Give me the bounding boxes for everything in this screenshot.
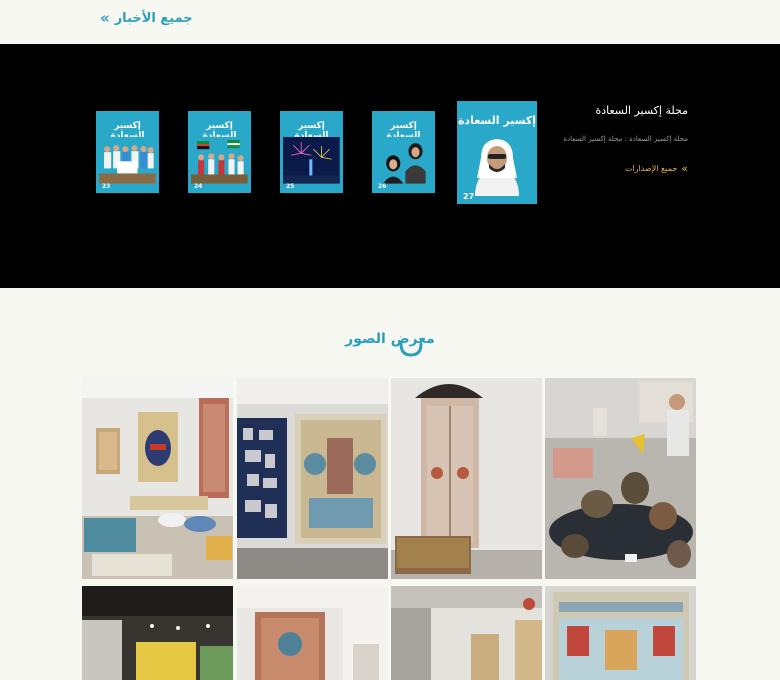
gallery-title: معرض الصور [345, 331, 435, 347]
magazine-cover-issue-23[interactable]: إكسير السعادة 23 [96, 111, 159, 193]
door-tapestry-photo [391, 378, 542, 579]
cover-portraits-image [375, 137, 432, 184]
double-chevron-icon: » [681, 162, 688, 175]
tapestries-photo [237, 378, 388, 579]
cover-issue-number: 25 [286, 183, 295, 190]
gallery-image-2[interactable] [237, 378, 388, 579]
woven-textile-photo [545, 586, 696, 680]
magazine-info: مجلة إكسير السعادة مجلة إكسير السعادة : … [560, 104, 688, 175]
patterned-tapestry-photo [237, 586, 388, 680]
magazine-title: مجلة إكسير السعادة [595, 104, 688, 117]
gallery-image-3[interactable] [391, 378, 542, 579]
cover-issue-number: 27 [463, 192, 475, 201]
all-news-link[interactable]: جميع الأخبار » [100, 8, 193, 28]
gallery-image-1[interactable] [82, 378, 233, 579]
all-issues-label: جميع الإصدارات [624, 164, 678, 173]
cover-issue-number: 24 [194, 183, 203, 190]
magazine-cover-issue-24[interactable]: إكسير السعادة 24 [188, 111, 251, 193]
title-swoosh-icon [399, 342, 423, 357]
all-issues-link[interactable]: » جميع الإصدارات [560, 162, 688, 175]
gallery-image-8[interactable] [545, 586, 696, 680]
magazine-cover-issue-25[interactable]: إكسير السعادة 25 [280, 111, 343, 193]
cover-fireworks-image [283, 137, 340, 184]
all-news-label: جميع الأخبار [114, 10, 193, 26]
magazine-cover-issue-26[interactable]: إكسير السعادة 26 [372, 111, 435, 193]
cover-group-image [99, 137, 156, 184]
cover-group-image [191, 137, 248, 184]
exhibition-hall-photo [82, 586, 233, 680]
cover-issue-number: 23 [102, 183, 111, 190]
cover-portrait-image [461, 133, 533, 196]
gallery-image-5[interactable] [82, 586, 233, 680]
ceramics-display-photo [545, 378, 696, 579]
gallery-image-7[interactable] [391, 586, 542, 680]
magazine-cover-issue-27[interactable]: إكسير السعادة 27 [457, 101, 537, 204]
magazine-subtitle: مجلة إكسير السعادة : مجلة إكسير السعادة [563, 135, 688, 143]
cover-issue-number: 26 [378, 183, 387, 190]
laal-booth-photo [391, 586, 542, 680]
cover-masthead: إكسير السعادة [457, 114, 537, 127]
gallery-image-4[interactable] [545, 378, 696, 579]
double-chevron-icon: » [100, 9, 110, 27]
gallery-image-6[interactable] [237, 586, 388, 680]
exhibit-booth-photo [82, 378, 233, 579]
